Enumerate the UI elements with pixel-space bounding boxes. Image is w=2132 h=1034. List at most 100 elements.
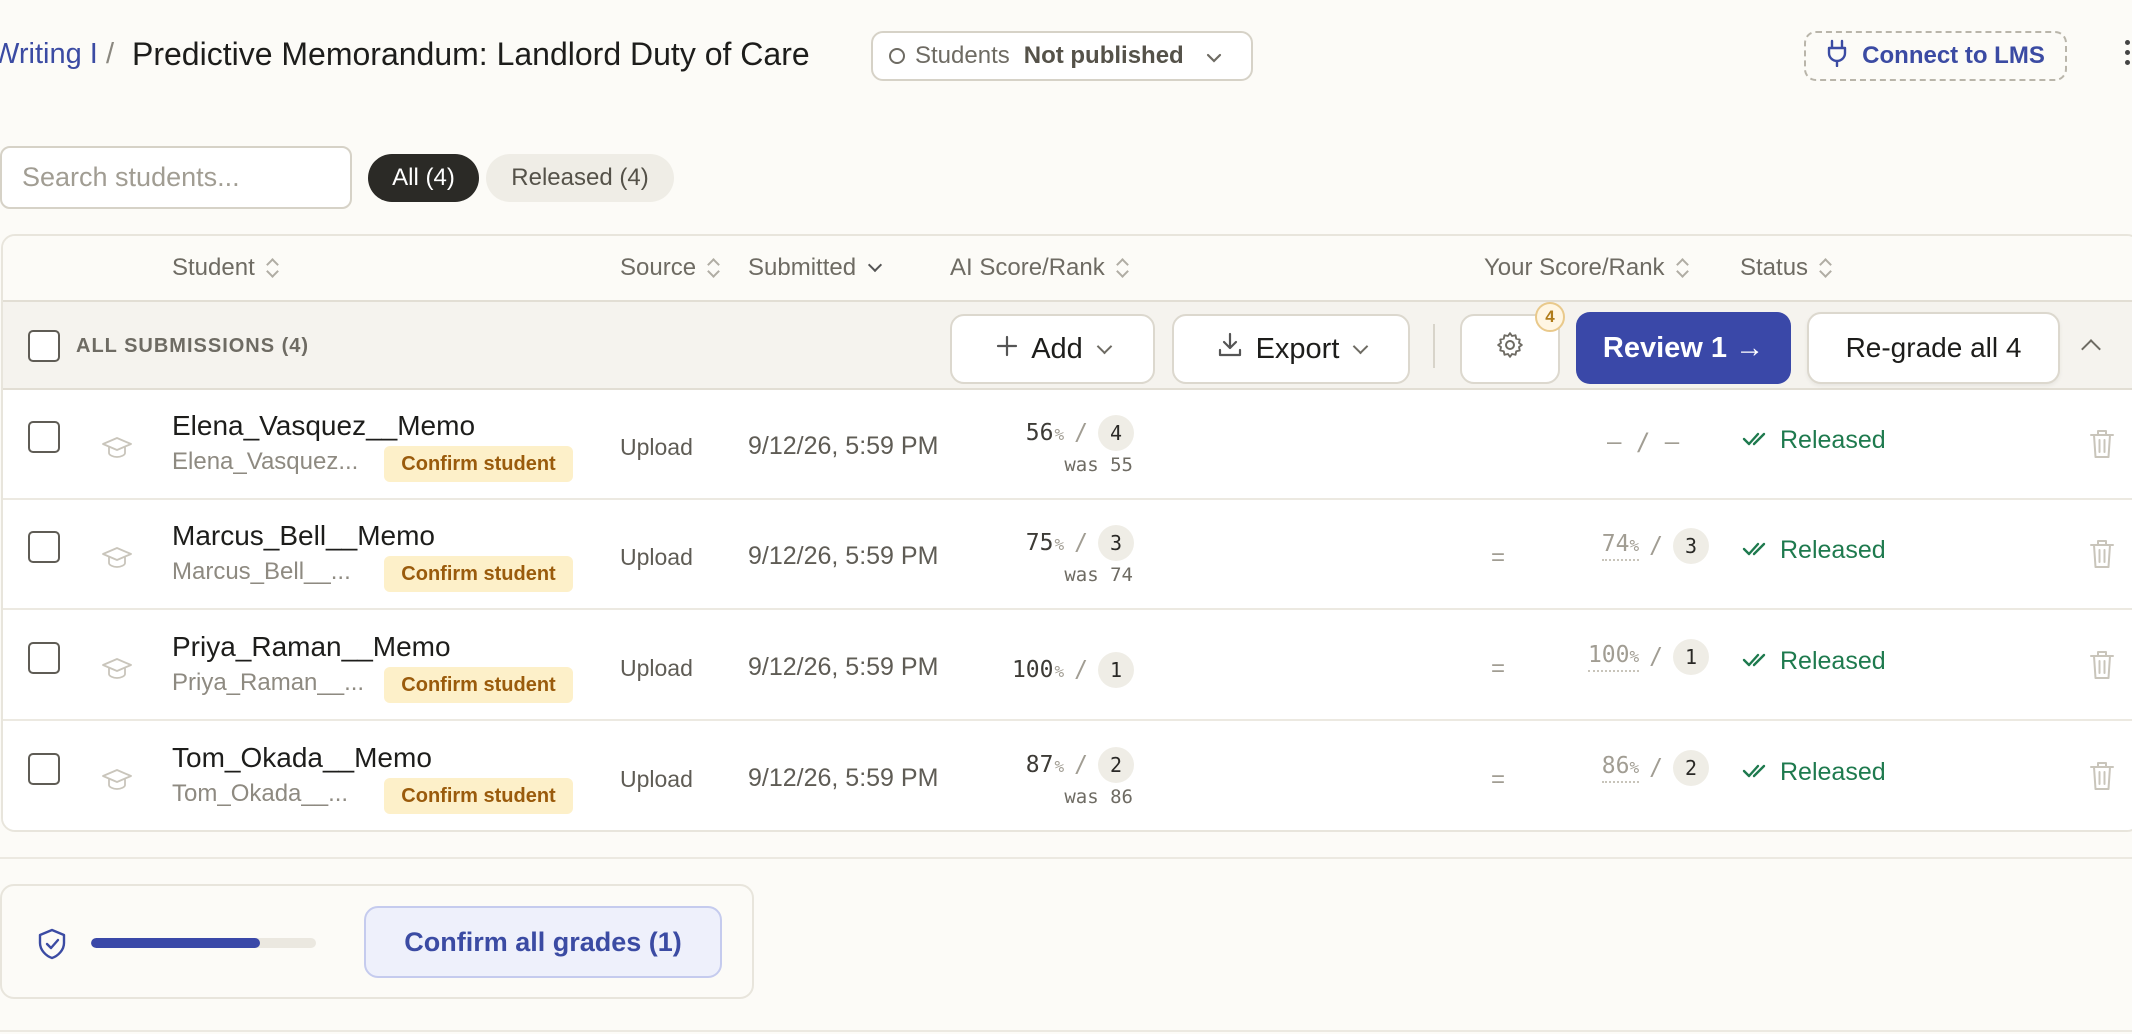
chevron-down-icon (1206, 42, 1222, 70)
delete-icon[interactable] (2089, 649, 2115, 686)
grades-progress-bar (91, 938, 316, 948)
percent-sign: % (1054, 425, 1065, 444)
submitted-date: 9/12/26, 5:59 PM (748, 653, 939, 681)
column-ai-score[interactable]: AI Score/Rank (950, 254, 1129, 282)
connect-lms-button[interactable]: Connect to LMS (1804, 31, 2067, 81)
score-equal-sign: = (1491, 544, 1506, 571)
table-row[interactable]: Priya_Raman__Memo Priya_Raman__... Confi… (3, 611, 2132, 721)
sort-icon (1115, 257, 1129, 279)
your-score-empty[interactable]: – / – (1607, 428, 1679, 456)
ai-score-rank[interactable]: 56% / 4 (1026, 415, 1134, 451)
section-divider (0, 857, 2132, 859)
rank-separator: / (1074, 657, 1088, 683)
confirm-student-button[interactable]: Confirm student (384, 778, 573, 814)
table-body: Elena_Vasquez__Memo Elena_Vasquez... Con… (3, 390, 2132, 830)
double-check-icon (1742, 758, 1770, 787)
submission-filename[interactable]: Tom_Okada__Memo (172, 742, 432, 774)
table-row[interactable]: Tom_Okada__Memo Tom_Okada__... Confirm s… (3, 722, 2132, 830)
percent-sign: % (1629, 536, 1640, 555)
page-title: Predictive Memorandum: Landlord Duty of … (132, 36, 810, 72)
your-rank-badge: 2 (1673, 750, 1709, 786)
previous-score: was 55 (1064, 454, 1133, 476)
status-released: Released (1742, 647, 1886, 676)
confirm-student-button[interactable]: Confirm student (384, 446, 573, 482)
review-button[interactable]: Review 1 → (1576, 312, 1791, 384)
page-header: Writing I / Predictive Memorandum: Landl… (0, 0, 2132, 112)
publish-status-dropdown[interactable]: Students Not published (871, 31, 1253, 81)
chevron-up-icon[interactable] (2081, 339, 2101, 359)
row-checkbox[interactable] (28, 421, 60, 453)
status-released: Released (1742, 758, 1886, 787)
plus-icon (995, 333, 1019, 366)
confirm-all-grades-button[interactable]: Confirm all grades (1) (364, 906, 722, 978)
ai-rank-badge: 1 (1098, 652, 1134, 688)
student-name-guess: Priya_Raman__... (172, 669, 365, 696)
submission-filename[interactable]: Elena_Vasquez__Memo (172, 410, 475, 442)
filter-released-chip[interactable]: Released (4) (486, 154, 674, 202)
rank-separator: / (1074, 752, 1088, 778)
column-status[interactable]: Status (1740, 254, 1832, 282)
confirm-grades-panel: Confirm all grades (1) (0, 884, 754, 999)
bottom-divider (0, 1030, 2132, 1032)
all-submissions-label: ALL SUBMISSIONS (4) (76, 335, 310, 357)
submitted-date: 9/12/26, 5:59 PM (748, 764, 939, 792)
ai-score-rank[interactable]: 75% / 3 (1026, 525, 1134, 561)
sort-desc-icon (867, 257, 883, 273)
ai-rank-badge: 3 (1098, 525, 1134, 561)
search-students-input[interactable] (0, 146, 352, 209)
export-label: Export (1255, 332, 1340, 365)
source-value: Upload (620, 434, 693, 460)
submission-filename[interactable]: Priya_Raman__Memo (172, 631, 451, 663)
table-row[interactable]: Marcus_Bell__Memo Marcus_Bell__... Confi… (3, 500, 2132, 610)
graduation-cap-icon (101, 657, 133, 686)
delete-icon[interactable] (2089, 538, 2115, 575)
score-equal-sign: = (1491, 766, 1506, 793)
submission-filename[interactable]: Marcus_Bell__Memo (172, 520, 435, 552)
delete-icon[interactable] (2089, 428, 2115, 465)
table-row[interactable]: Elena_Vasquez__Memo Elena_Vasquez... Con… (3, 390, 2132, 500)
column-submitted[interactable]: Submitted (748, 254, 883, 282)
breadcrumb-parent-link[interactable]: Writing I (0, 38, 98, 71)
score-equal-sign: = (1491, 655, 1506, 682)
student-name-guess: Tom_Okada__... (172, 780, 349, 807)
settings-count-badge: 4 (1535, 302, 1565, 332)
status-label: Released (1780, 536, 1886, 564)
percent-sign: % (1629, 758, 1640, 777)
status-circle-icon (889, 48, 905, 64)
rank-separator: / (1074, 420, 1088, 446)
ai-score: 75 (1025, 530, 1054, 556)
regrade-all-button[interactable]: Re-grade all 4 (1807, 312, 2060, 384)
row-checkbox[interactable] (28, 753, 60, 785)
source-value: Upload (620, 655, 693, 681)
sort-icon (265, 257, 279, 279)
publish-status: Not published (1023, 42, 1184, 69)
percent-sign: % (1629, 647, 1640, 666)
column-student[interactable]: Student (172, 254, 279, 282)
rank-separator: / (1074, 530, 1088, 556)
your-score-rank[interactable]: 74% / 3 (1601, 528, 1709, 564)
previous-score: was 74 (1064, 564, 1133, 586)
column-source[interactable]: Source (620, 254, 720, 282)
ai-score: 100 (1011, 657, 1054, 683)
breadcrumb-separator: / (106, 38, 115, 70)
row-checkbox[interactable] (28, 531, 60, 563)
your-score-rank[interactable]: 100% / 1 (1587, 639, 1709, 675)
your-score-rank[interactable]: 86% / 2 (1601, 750, 1709, 786)
filter-all-chip[interactable]: All (4) (368, 154, 479, 202)
row-checkbox[interactable] (28, 642, 60, 674)
ai-score-rank[interactable]: 87% / 2 (1026, 747, 1134, 783)
select-all-checkbox[interactable] (28, 330, 60, 362)
submitted-date: 9/12/26, 5:59 PM (748, 432, 939, 460)
delete-icon[interactable] (2089, 760, 2115, 797)
shield-check-icon (37, 928, 67, 965)
rank-separator: / (1649, 533, 1663, 559)
double-check-icon (1742, 647, 1770, 676)
confirm-student-button[interactable]: Confirm student (384, 556, 573, 592)
ai-score-rank[interactable]: 100% / 1 (1012, 652, 1134, 688)
export-button[interactable]: Export (1172, 314, 1410, 384)
your-score: 86 (1601, 753, 1630, 779)
more-options-icon[interactable] (2122, 40, 2132, 70)
add-button[interactable]: Add (950, 314, 1155, 384)
confirm-student-button[interactable]: Confirm student (384, 667, 573, 703)
column-your-score[interactable]: Your Score/Rank (1484, 254, 1689, 282)
